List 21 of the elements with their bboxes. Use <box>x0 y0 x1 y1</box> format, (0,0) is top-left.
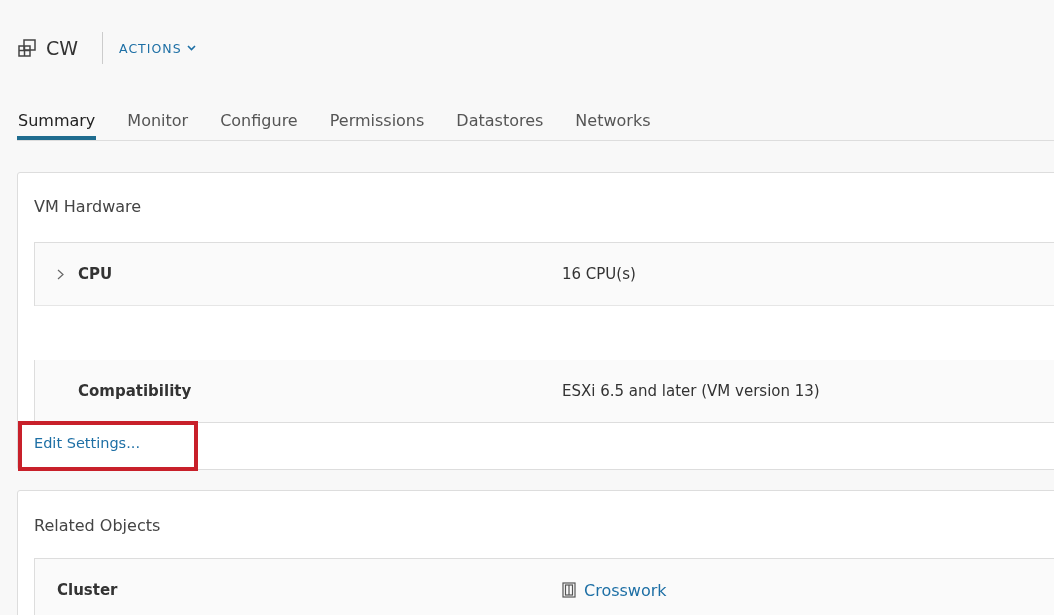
vm-title: CW <box>46 37 79 59</box>
tab[interactable]: Configure <box>219 100 299 140</box>
section-title: VM Hardware <box>33 196 143 218</box>
tab[interactable]: Datastores <box>455 100 545 140</box>
actions-menu[interactable]: ACTIONS <box>119 40 196 56</box>
property-label: Compatibility <box>78 382 192 400</box>
property-value: 16 CPU(s) <box>562 265 636 283</box>
tab[interactable]: Networks <box>574 100 652 140</box>
tab[interactable]: Monitor <box>126 100 190 140</box>
chevron-right-icon <box>57 268 64 280</box>
property-value: ESXi 6.5 and later (VM version 13) <box>562 382 820 400</box>
property-label: CPU <box>78 265 113 283</box>
property-label: Cluster <box>57 581 118 599</box>
section-title: Related Objects <box>33 515 162 537</box>
cluster-icon <box>562 582 576 598</box>
cluster-link[interactable]: Crosswork <box>584 580 667 600</box>
tab[interactable]: Permissions <box>328 100 426 140</box>
tab[interactable]: Summary <box>17 100 97 140</box>
edit-settings-link[interactable]: Edit Settings... <box>34 435 140 451</box>
caret-icon <box>186 45 196 51</box>
vm-icon <box>18 39 36 57</box>
